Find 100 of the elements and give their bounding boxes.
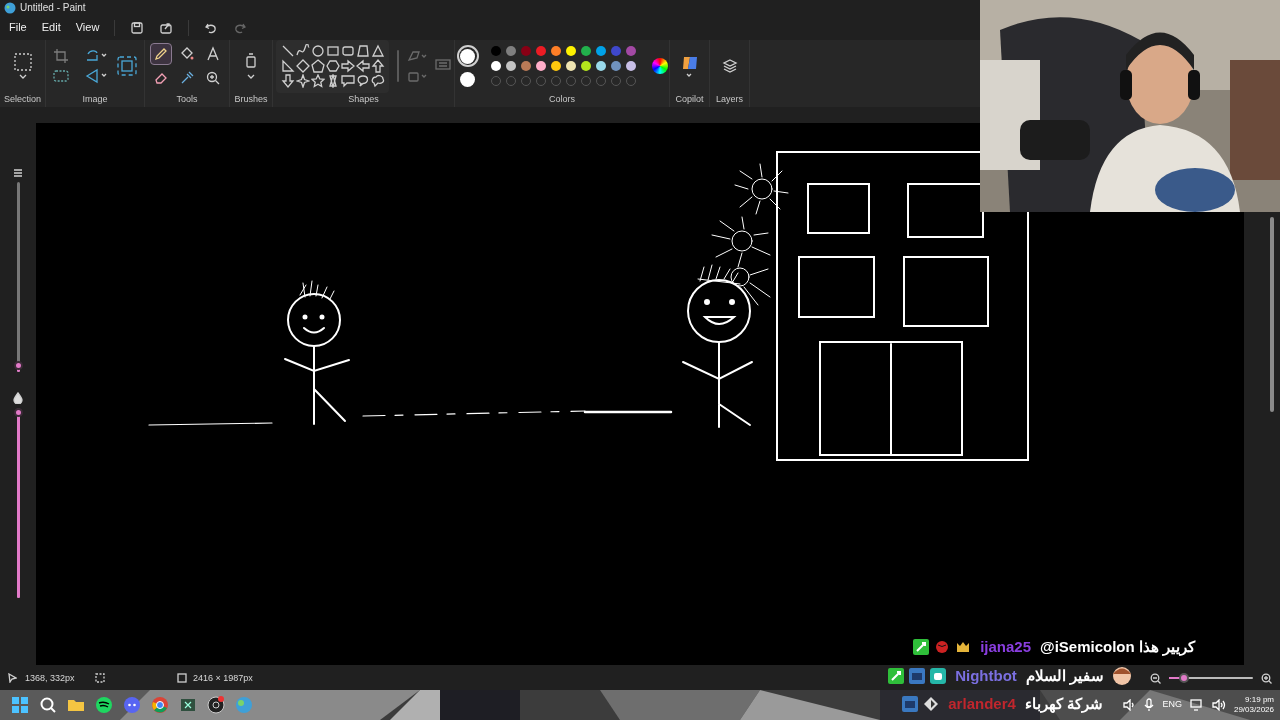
color-swatch[interactable] — [565, 61, 576, 72]
scrollbar[interactable] — [1270, 216, 1274, 412]
canvas-size: 2416 × 1987px — [193, 671, 253, 685]
clock[interactable]: 9:19 pm 29/03/2026 — [1233, 695, 1274, 716]
color-swatch[interactable] — [535, 46, 546, 57]
crop-icon[interactable] — [53, 48, 69, 65]
color-swatch[interactable] — [595, 61, 606, 72]
hexagon-icon[interactable] — [325, 59, 340, 74]
secondary-color-swatch[interactable] — [460, 72, 475, 88]
opacity-icon — [13, 391, 23, 404]
color-swatch[interactable] — [535, 61, 546, 72]
recording-app-icon[interactable] — [206, 695, 226, 716]
text-icon — [205, 46, 221, 63]
triangle-icon[interactable] — [370, 44, 385, 59]
brush-icon[interactable] — [245, 53, 257, 80]
sword-badge-icon — [913, 639, 930, 656]
star-icon[interactable] — [310, 74, 325, 89]
line-icon[interactable] — [280, 44, 295, 59]
music-app-icon[interactable] — [94, 695, 114, 716]
primary-color-swatch[interactable] — [460, 48, 475, 64]
diamond-icon[interactable] — [295, 59, 310, 74]
remove-background-icon[interactable] — [53, 68, 69, 85]
group-label: Selection — [3, 92, 42, 106]
menu-item[interactable]: View — [75, 19, 100, 36]
chat-username: ijana25 — [980, 637, 1031, 657]
color-swatch[interactable] — [580, 46, 591, 57]
magnifier-icon — [205, 70, 221, 87]
color-swatch[interactable] — [520, 46, 531, 57]
color-swatch[interactable] — [625, 61, 636, 72]
color-wheel-icon[interactable] — [651, 58, 668, 75]
color-swatch[interactable] — [550, 61, 561, 72]
paint-palette-icon — [4, 1, 16, 14]
selection-icon[interactable] — [13, 53, 32, 80]
menu-item[interactable]: Edit — [41, 19, 61, 36]
color-swatch[interactable] — [505, 46, 516, 57]
color-swatch[interactable] — [490, 61, 501, 72]
oval-icon[interactable] — [310, 44, 325, 59]
slider-thumb[interactable] — [13, 360, 23, 370]
color-swatch[interactable] — [550, 46, 561, 57]
color-swatch[interactable] — [610, 61, 621, 72]
folder-badge-icon — [902, 696, 919, 713]
cloud-callout-icon[interactable] — [370, 74, 385, 89]
windows-logo-icon[interactable] — [10, 695, 30, 716]
flip-icon[interactable] — [85, 68, 109, 85]
color-swatch[interactable] — [505, 61, 516, 72]
zoom-out-icon[interactable] — [1150, 672, 1161, 684]
canvas-size-icon — [177, 673, 187, 684]
slider-thumb[interactable] — [13, 408, 23, 418]
oval-callout-icon[interactable] — [355, 74, 370, 89]
group-label: Shapes — [347, 92, 380, 106]
color-swatch[interactable] — [625, 46, 636, 57]
resize-icon[interactable] — [117, 56, 137, 77]
share-icon[interactable] — [159, 20, 174, 35]
right-triangle-icon[interactable] — [280, 59, 295, 74]
pencil-tool[interactable] — [150, 43, 172, 66]
volume-icon[interactable] — [1211, 699, 1226, 712]
pentagon-icon[interactable] — [310, 59, 325, 74]
browser-icon[interactable] — [150, 695, 170, 716]
canvas[interactable] — [36, 122, 1244, 665]
speaker-icon[interactable] — [1122, 699, 1137, 712]
microphone-icon[interactable] — [1144, 698, 1155, 713]
rectangle-icon[interactable] — [325, 44, 340, 59]
network-icon[interactable] — [1189, 699, 1204, 712]
window-title: Untitled - Paint — [20, 1, 86, 16]
down-arrow-icon[interactable] — [280, 74, 295, 89]
group-label: Brushes — [233, 92, 269, 106]
outline-icon[interactable] — [407, 50, 427, 63]
cursor-position: 1368, 332px — [25, 671, 76, 685]
rounded-rectangle-icon[interactable] — [340, 44, 355, 59]
four-point-star-icon[interactable] — [295, 74, 310, 89]
brush-size-icon — [13, 167, 23, 178]
diamond-badge-icon — [923, 696, 940, 713]
polygon-icon[interactable] — [355, 44, 370, 59]
fill-icon[interactable] — [407, 70, 427, 83]
group-label: Tools — [175, 92, 199, 106]
zoom-thumb[interactable] — [1179, 673, 1190, 684]
pencil-icon — [153, 46, 169, 63]
group-label: Colors — [548, 92, 576, 106]
color-swatch[interactable] — [490, 46, 501, 57]
left-arrow-icon[interactable] — [355, 59, 370, 74]
color-swatch[interactable] — [610, 46, 621, 57]
copilot-icon[interactable] — [680, 54, 699, 79]
chat-message: @iSemicolon كريير هذا — [1040, 637, 1195, 658]
chat-username: Nightbot — [955, 665, 1017, 686]
color-swatch[interactable] — [580, 61, 591, 72]
up-arrow-icon[interactable] — [370, 59, 385, 74]
save-icon[interactable] — [130, 20, 145, 35]
chat-app-icon[interactable] — [122, 695, 142, 716]
menu-item[interactable]: File — [9, 19, 27, 36]
sword-badge-icon — [888, 667, 905, 684]
group-label: Copilot — [674, 92, 705, 106]
color-swatch[interactable] — [520, 61, 531, 72]
layers-icon[interactable] — [721, 58, 738, 75]
speech-bubble-icon[interactable] — [340, 74, 355, 89]
color-swatch[interactable] — [595, 46, 606, 57]
zoom-in-icon[interactable] — [1261, 672, 1272, 684]
right-arrow-icon[interactable] — [340, 59, 355, 74]
language-indicator[interactable]: ENG — [1162, 698, 1182, 712]
selection-size-icon — [95, 673, 105, 684]
color-swatch[interactable] — [565, 46, 576, 57]
